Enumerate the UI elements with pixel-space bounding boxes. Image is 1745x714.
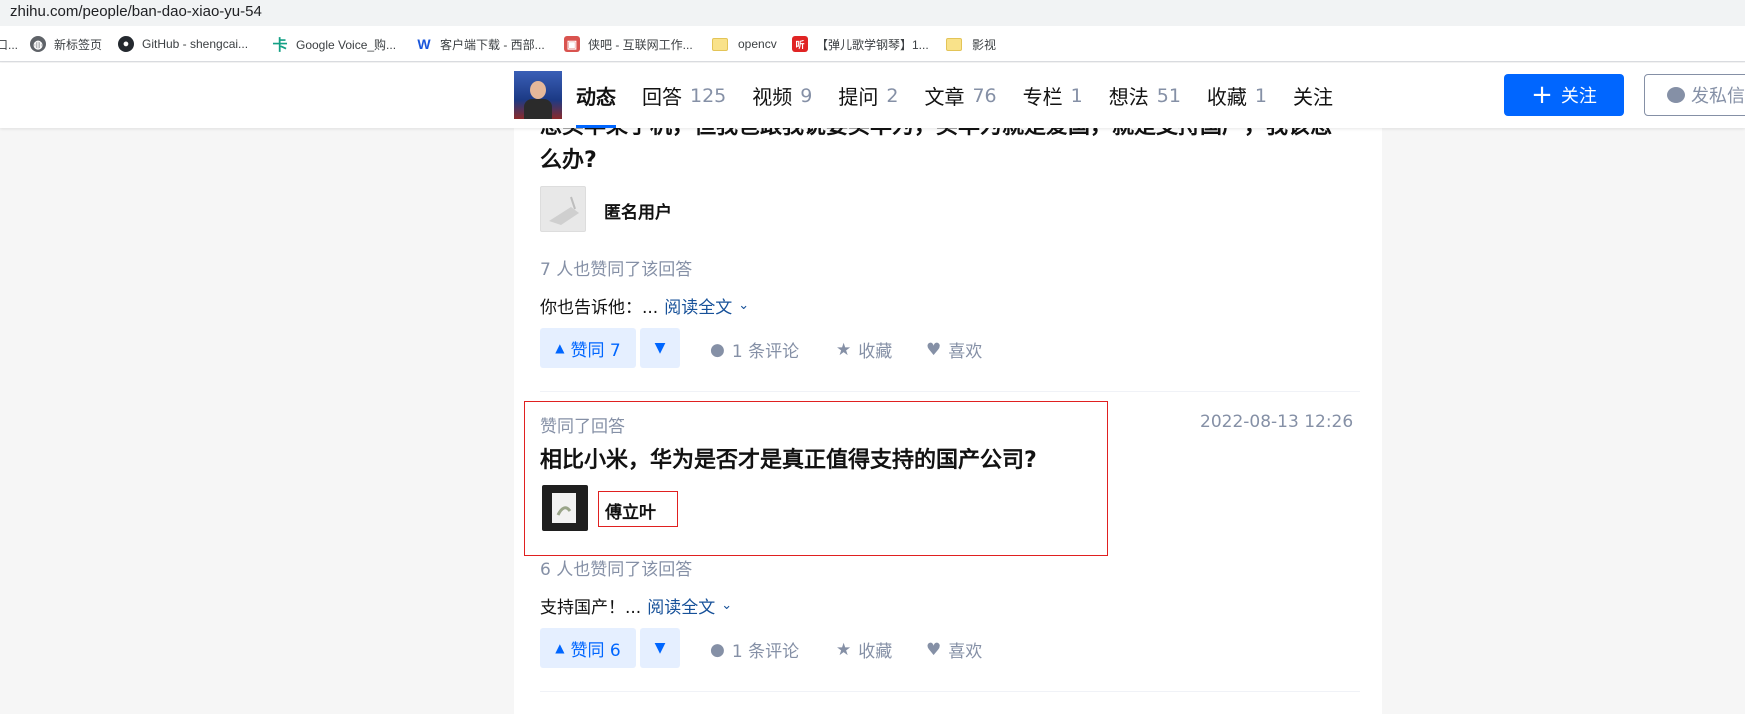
bookmark-google-voice[interactable]: 卡 Google Voice_购... <box>272 35 396 54</box>
folder-icon <box>712 37 728 51</box>
avatar-body <box>524 99 552 119</box>
question-title[interactable]: 相比小米，华为是否才是真正值得支持的国产公司? <box>540 444 1037 478</box>
bookmark-west-client[interactable]: W 客户端下载 - 西部... <box>416 35 544 53</box>
comment-button[interactable]: ● 1 条评论 <box>710 337 799 363</box>
activity-time: 2022-08-13 12:26 <box>1200 412 1354 432</box>
feed-card: 想买苹果手机，但我爸跟我说要买华为，买华为就是爱国，就是支持国产，我该怎 么办?… <box>514 110 1382 714</box>
triangle-up-icon: ▲ <box>555 341 565 355</box>
follow-button[interactable]: + 关注 <box>1504 74 1624 116</box>
message-button[interactable]: 发私信 <box>1644 74 1745 116</box>
upvote-button[interactable]: ▲ 赞同 7 <box>540 328 636 368</box>
comment-icon: ● <box>710 339 725 360</box>
author-name[interactable]: 傅立叶 <box>605 498 656 523</box>
w-icon: W <box>417 36 431 52</box>
upvote-button[interactable]: ▲ 赞同 6 <box>540 628 636 668</box>
heart-icon: ♥ <box>926 639 942 660</box>
excerpt-text: 你也告诉他：... <box>540 298 659 318</box>
bookmark-movies[interactable]: 影视 <box>946 35 996 53</box>
profile-header: 动态 回答 125 视频 9 提问 2 文章 76 专栏 1 想法 51 收藏 1 关注 + … <box>0 63 1745 128</box>
folder-icon <box>946 37 962 51</box>
chat-bubble-icon <box>1667 87 1685 103</box>
address-bar[interactable]: zhihu.com/people/ban-dao-xiao-yu-54 <box>0 0 1745 26</box>
answer-excerpt[interactable]: 你也告诉他：... 阅读全文 ⌄ <box>540 293 749 318</box>
tab-columns[interactable]: 专栏 1 <box>1023 63 1083 128</box>
bookmark-opencv[interactable]: opencv <box>712 35 777 53</box>
downvote-button[interactable]: ▼ <box>640 628 680 668</box>
read-more-link[interactable]: 阅读全文 <box>664 293 732 318</box>
bookmark-github[interactable]: ● GitHub - shengcai... <box>118 35 248 53</box>
tab-activity[interactable]: 动态 <box>576 63 616 128</box>
tab-thoughts[interactable]: 想法 51 <box>1109 63 1181 128</box>
comment-icon: ● <box>710 639 725 660</box>
collect-button[interactable]: ★ 收藏 <box>836 337 892 363</box>
star-icon: ★ <box>836 339 852 360</box>
bookmark-xiaba[interactable]: ▣ 侠吧 - 互联网工作... <box>564 35 693 53</box>
triangle-up-icon: ▲ <box>555 641 565 655</box>
like-button[interactable]: ♥ 喜欢 <box>926 337 982 363</box>
video-icon: 听 <box>792 36 808 52</box>
profile-avatar[interactable] <box>514 71 562 119</box>
chevron-down-icon: ⌄ <box>738 298 750 313</box>
github-icon: ● <box>118 36 134 52</box>
author-name[interactable]: 匿名用户 <box>604 198 672 223</box>
triangle-down-icon: ▼ <box>654 340 666 356</box>
bookmark-new-tab[interactable]: ◍ 新标签页 <box>30 35 102 53</box>
bookmarks-bar: 口... ◍ 新标签页 ● GitHub - shengcai... 卡 Goo… <box>0 26 1745 62</box>
chevron-down-icon: ⌄ <box>721 598 733 613</box>
item-divider <box>540 391 1360 392</box>
tab-collections[interactable]: 收藏 1 <box>1207 63 1267 128</box>
tab-articles[interactable]: 文章 76 <box>924 63 996 128</box>
tab-questions[interactable]: 提问 2 <box>838 63 898 128</box>
avatar-face <box>530 81 546 99</box>
bookmark-piano[interactable]: 听 【弹儿歌学钢琴】1... <box>792 35 929 53</box>
question-title-continued[interactable]: 么办? <box>540 144 597 178</box>
app-icon: ▣ <box>564 36 580 52</box>
collect-button[interactable]: ★ 收藏 <box>836 637 892 663</box>
comment-button[interactable]: ● 1 条评论 <box>710 637 799 663</box>
triangle-down-icon: ▼ <box>654 640 666 656</box>
author-avatar[interactable] <box>542 485 588 531</box>
heart-icon: ♥ <box>926 339 942 360</box>
profile-tabs: 动态 回答 125 视频 9 提问 2 文章 76 专栏 1 想法 51 收藏 1 关注 <box>576 63 1359 128</box>
item-divider <box>540 691 1360 692</box>
tab-answers[interactable]: 回答 125 <box>642 63 726 128</box>
upvote-count-meta: 7 人也赞同了该回答 <box>540 260 693 280</box>
bookmark-partial[interactable]: 口... <box>0 35 18 53</box>
answer-excerpt[interactable]: 支持国产！... 阅读全文 ⌄ <box>540 593 732 618</box>
tab-videos[interactable]: 视频 9 <box>752 63 812 128</box>
excerpt-text: 支持国产！... <box>540 598 642 618</box>
globe-icon: ◍ <box>30 36 46 52</box>
tab-following[interactable]: 关注 <box>1293 63 1333 128</box>
downvote-button[interactable]: ▼ <box>640 328 680 368</box>
plus-icon: + <box>1531 80 1553 110</box>
activity-label: 赞同了回答 <box>540 417 625 437</box>
anonymous-avatar[interactable] <box>540 186 586 232</box>
star-icon: ★ <box>836 639 852 660</box>
like-button[interactable]: ♥ 喜欢 <box>926 637 982 663</box>
url-text[interactable]: zhihu.com/people/ban-dao-xiao-yu-54 <box>10 3 262 20</box>
upvote-count-meta: 6 人也赞同了该回答 <box>540 560 693 580</box>
k-icon: 卡 <box>272 36 288 54</box>
read-more-link[interactable]: 阅读全文 <box>647 593 715 618</box>
